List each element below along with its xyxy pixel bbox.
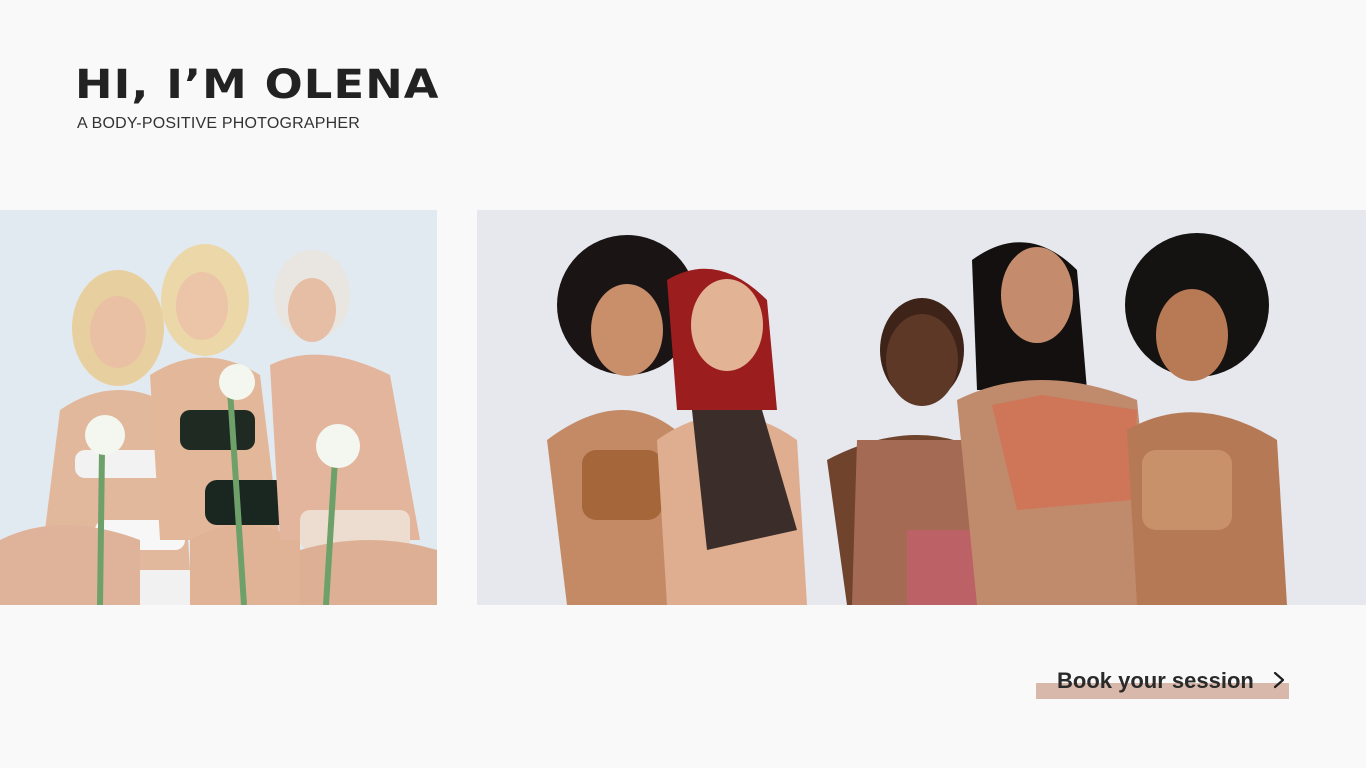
- hero-title: HI, I’M OLENA: [75, 62, 440, 108]
- chevron-right-icon: [1273, 671, 1285, 689]
- photo-five-women-icon: [477, 210, 1366, 605]
- book-session-button[interactable]: Book your session: [1036, 664, 1289, 700]
- photo-three-women-icon: [0, 210, 437, 605]
- gallery-photo-right: [477, 210, 1366, 605]
- landing-page: HI, I’M OLENA A BODY-POSITIVE PHOTOGRAPH…: [0, 0, 1366, 768]
- hero-subtitle: A BODY-POSITIVE PHOTOGRAPHER: [77, 115, 361, 132]
- gallery-photo-left: [0, 210, 437, 605]
- cta-label: Book your session: [1057, 668, 1254, 693]
